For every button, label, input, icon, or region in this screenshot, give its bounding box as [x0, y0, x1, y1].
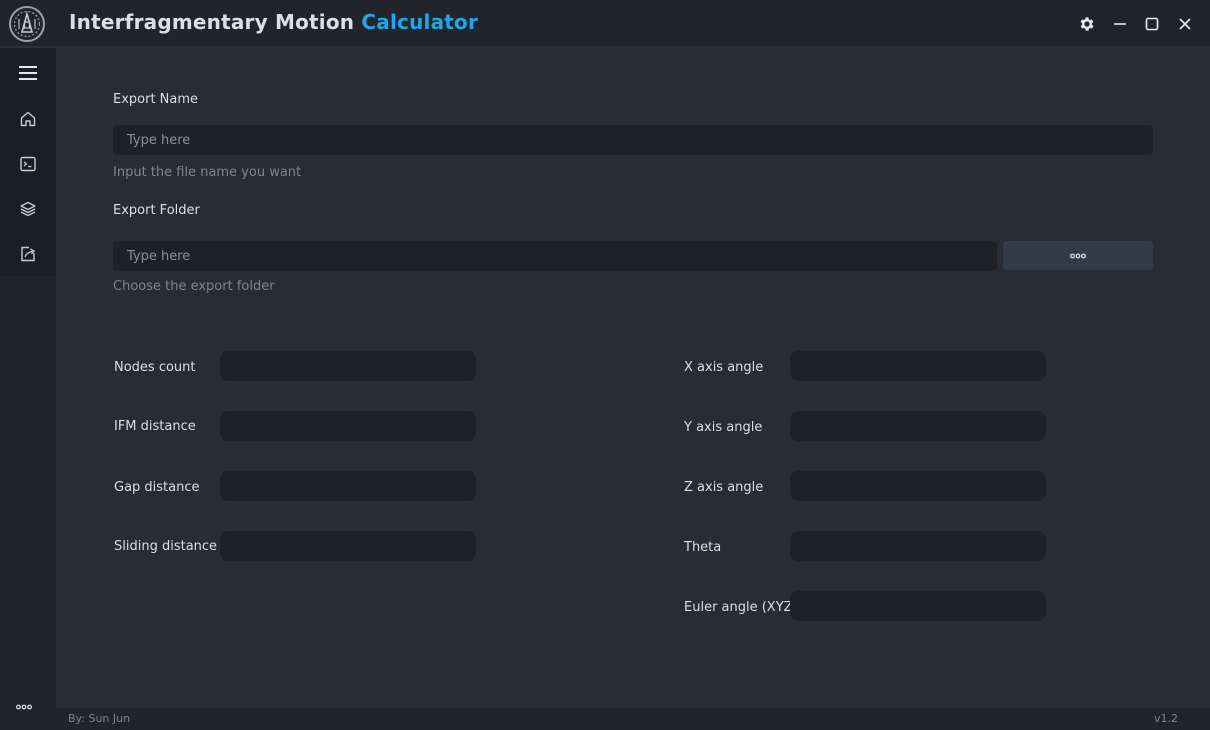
sidebar — [0, 48, 56, 730]
sidebar-toggle-button[interactable] — [0, 50, 56, 95]
theta-field[interactable] — [790, 531, 1046, 561]
export-name-label: Export Name — [113, 92, 199, 107]
status-bar: By: Sun Jun v1.2 — [56, 708, 1210, 730]
euler-angle-label: Euler angle (XYZ) — [684, 600, 798, 615]
ifm-distance-field[interactable] — [220, 411, 476, 441]
author-credit: By: Sun Jun — [68, 712, 131, 725]
sidebar-more-button[interactable] — [0, 692, 48, 722]
y-axis-angle-field[interactable] — [790, 411, 1046, 441]
close-icon — [1179, 18, 1191, 30]
export-icon — [21, 246, 35, 261]
browse-folder-button[interactable] — [1003, 241, 1153, 270]
ifm-distance-label: IFM distance — [114, 419, 196, 434]
app-title-main: Interfragmentary Motion — [69, 10, 362, 34]
app-title-accent: Calculator — [361, 10, 479, 34]
maximize-icon — [1145, 17, 1159, 31]
settings-icon — [1080, 17, 1094, 31]
version-label: v1.2 — [1153, 712, 1178, 725]
terminal-icon — [20, 156, 36, 171]
app-title: Interfragmentary Motion Calculator — [69, 10, 478, 34]
export-folder-input[interactable] — [113, 241, 997, 271]
minimize-icon — [1114, 23, 1126, 25]
close-button[interactable] — [1174, 13, 1196, 35]
settings-button[interactable] — [1076, 13, 1098, 35]
sidebar-item-home[interactable] — [0, 96, 56, 141]
export-folder-label: Export Folder — [113, 203, 200, 218]
menu-icon — [19, 65, 37, 80]
sidebar-menu — [0, 48, 56, 276]
home-icon — [20, 111, 36, 126]
theta-label: Theta — [684, 540, 722, 555]
sliding-distance-field[interactable] — [220, 531, 476, 561]
title-bar: Interfragmentary Motion Calculator — [0, 0, 1210, 48]
minimize-button[interactable] — [1109, 13, 1131, 35]
sidebar-item-layers[interactable] — [0, 186, 56, 231]
x-axis-angle-label: X axis angle — [684, 360, 764, 375]
gap-distance-label: Gap distance — [114, 480, 200, 495]
export-name-hint: Input the file name you want — [113, 165, 302, 180]
maximize-button[interactable] — [1141, 13, 1163, 35]
sliding-distance-label: Sliding distance — [114, 539, 218, 554]
x-axis-angle-field[interactable] — [790, 351, 1046, 381]
export-folder-hint: Choose the export folder — [113, 279, 275, 294]
z-axis-angle-label: Z axis angle — [684, 480, 764, 495]
gap-distance-field[interactable] — [220, 471, 476, 501]
more-icon — [1070, 253, 1086, 258]
sidebar-item-terminal[interactable] — [0, 141, 56, 186]
nodes-count-label: Nodes count — [114, 360, 196, 375]
sidebar-item-export[interactable] — [0, 231, 56, 276]
app-logo — [9, 6, 45, 42]
euler-angle-field[interactable] — [790, 591, 1046, 621]
nodes-count-field[interactable] — [220, 351, 476, 381]
export-name-input[interactable] — [113, 125, 1153, 155]
more-icon — [16, 704, 32, 710]
z-axis-angle-field[interactable] — [790, 471, 1046, 501]
layers-icon — [20, 201, 36, 216]
y-axis-angle-label: Y axis angle — [684, 420, 763, 435]
